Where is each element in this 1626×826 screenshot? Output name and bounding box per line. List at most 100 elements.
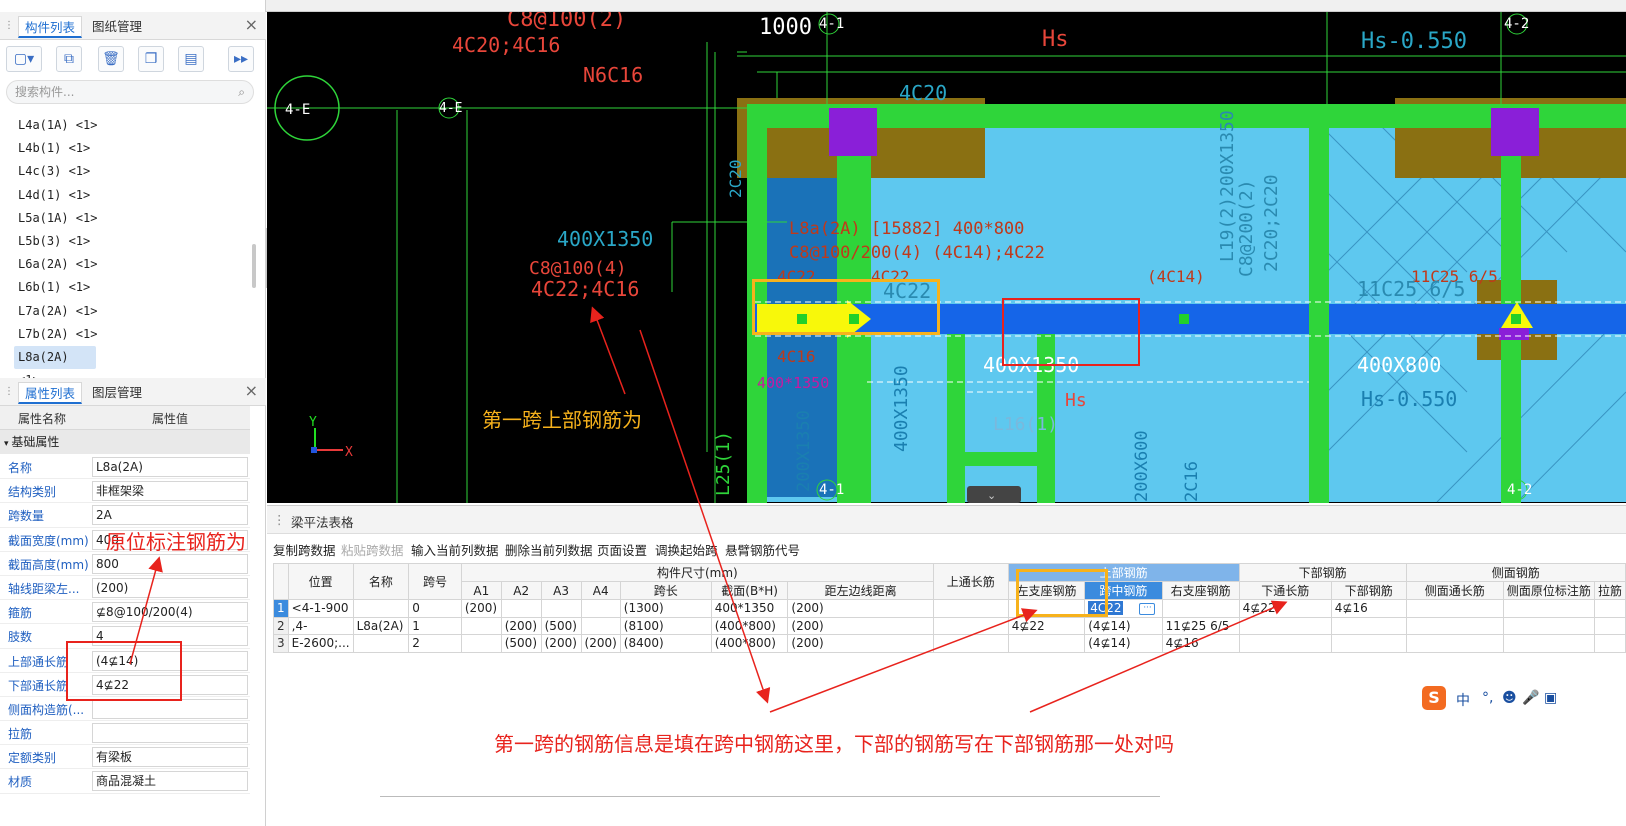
list-item[interactable]: L5b(3) <1>	[0, 230, 250, 253]
microphone-icon[interactable]: 🎤	[1522, 690, 1539, 706]
table-cell[interactable]	[1593, 634, 1626, 653]
table-cell[interactable]	[580, 599, 621, 618]
table-cell[interactable]: 2	[408, 634, 462, 653]
property-value-input[interactable]: 商品混凝土	[92, 771, 248, 792]
table-cell[interactable]: (400*800)	[710, 616, 789, 635]
ime-settings-icon[interactable]: ▣	[1544, 690, 1557, 706]
table-cell[interactable]	[932, 634, 1009, 653]
table-cell[interactable]	[1330, 616, 1407, 635]
table-cell[interactable]: 11⊈25 6/5	[1161, 616, 1240, 635]
list-item[interactable]: L4c(3) <1>	[0, 160, 250, 183]
table-cell[interactable]: (200)	[540, 634, 582, 653]
table-cell[interactable]	[1502, 616, 1595, 635]
table-cell[interactable]	[1593, 599, 1626, 618]
swap-start-span-button[interactable]: 调换起始跨	[655, 540, 718, 559]
table-cell[interactable]: 1	[408, 616, 462, 635]
property-value-input[interactable]: ⊈8@100/200(4)	[92, 602, 248, 623]
search-input[interactable]: 搜索构件... ⌕	[6, 80, 254, 104]
close-icon[interactable]: ×	[245, 381, 258, 400]
property-value-input[interactable]: 有梁板	[92, 747, 248, 768]
table-cell[interactable]	[1330, 634, 1407, 653]
table-cell[interactable]: 400*1350	[710, 599, 789, 618]
table-cell[interactable]: (4⊈14)	[1084, 634, 1163, 653]
table-cell[interactable]	[1502, 634, 1595, 653]
property-value-input[interactable]: L8a(2A)	[92, 457, 248, 477]
property-value-input[interactable]: 非框架梁	[92, 481, 248, 502]
property-value-input[interactable]: (200)	[92, 577, 248, 598]
tab-drawing-manage[interactable]: 图纸管理	[86, 16, 148, 38]
row-number[interactable]: 2	[273, 616, 289, 635]
row-number[interactable]: 1	[273, 599, 289, 618]
table-cell[interactable]: (8400)	[619, 634, 712, 653]
table-cell[interactable]	[352, 599, 410, 618]
page-setup-button[interactable]: 页面设置	[597, 540, 647, 559]
table-cell[interactable]: 4⊈22	[1238, 599, 1332, 618]
table-cell[interactable]	[1405, 599, 1504, 618]
list-item[interactable]: L4b(1) <1>	[0, 137, 250, 160]
table-cell[interactable]	[1405, 616, 1504, 635]
table-cell[interactable]: 4⊈22	[1007, 616, 1086, 635]
ime-logo-icon[interactable]: S	[1422, 686, 1446, 710]
table-cell[interactable]	[1593, 616, 1626, 635]
table-cell[interactable]: (200)	[787, 599, 934, 618]
list-scrollbar[interactable]	[252, 244, 256, 288]
table-cell[interactable]	[932, 616, 1009, 635]
input-column-button[interactable]: 输入当前列数据	[411, 540, 499, 559]
tab-component-list[interactable]: 构件列表	[18, 16, 83, 38]
emoji-icon[interactable]: ☻	[1502, 690, 1517, 706]
copy-icon[interactable]: ⧉	[56, 46, 82, 72]
chevron-down-icon[interactable]: ⌄	[987, 489, 996, 502]
property-value-input[interactable]: 800	[92, 553, 248, 574]
drag-grip-icon[interactable]: ⋮	[273, 512, 286, 527]
ellipsis-button-icon[interactable]: ···	[1139, 602, 1156, 615]
table-cell[interactable]: (4⊈14)	[1084, 616, 1163, 635]
table-cell[interactable]	[1007, 634, 1086, 653]
table-cell[interactable]	[352, 634, 410, 653]
ime-punct-toggle[interactable]: °,	[1482, 690, 1493, 706]
table-cell[interactable]: (500)	[540, 616, 582, 635]
copy-span-button[interactable]: 复制跨数据	[273, 540, 336, 559]
new-component-icon[interactable]: ▢▾	[6, 46, 42, 72]
table-cell[interactable]	[460, 616, 502, 635]
list-item[interactable]: L6a(2A) <1>	[0, 253, 250, 276]
layer-copy-icon[interactable]: ▤	[178, 46, 204, 72]
property-value-input[interactable]	[92, 723, 248, 744]
table-cell[interactable]: (200)	[580, 634, 621, 653]
table-cell[interactable]: (1300)	[619, 599, 712, 618]
table-cell[interactable]	[1161, 599, 1240, 618]
table-cell[interactable]: (500)	[500, 634, 542, 653]
table-cell[interactable]	[1502, 599, 1595, 618]
table-cell[interactable]: 4⊈16	[1330, 599, 1407, 618]
table-cell[interactable]	[1238, 616, 1332, 635]
property-value-input[interactable]	[92, 698, 248, 719]
search-icon[interactable]: ⌕	[238, 81, 245, 103]
table-cell[interactable]: ,4-	[287, 616, 354, 635]
more-icon[interactable]: ▸▸	[228, 46, 254, 72]
group-basic-props[interactable]: ▾ 基础属性	[0, 430, 250, 454]
table-cell[interactable]	[460, 634, 502, 653]
table-cell[interactable]: (8100)	[619, 616, 712, 635]
row-number[interactable]: 3	[273, 634, 289, 653]
table-cell[interactable]	[932, 599, 1009, 618]
table-cell[interactable]: (200)	[460, 599, 502, 618]
tab-property-list[interactable]: 属性列表	[18, 382, 83, 404]
property-value-input[interactable]: 2A	[92, 505, 248, 526]
table-cell[interactable]	[580, 616, 621, 635]
cad-canvas[interactable]: C8@100(2) 4C20;4C16 1000 4-1 Hs Hs-0.550…	[267, 12, 1626, 503]
delete-icon[interactable]: 🗑	[98, 46, 124, 72]
list-item[interactable]: L7a(2A) <1>	[0, 300, 250, 323]
table-cell[interactable]: (200)	[500, 616, 542, 635]
table-cell[interactable]	[500, 599, 542, 618]
list-item[interactable]: L4a(1A) <1>	[0, 114, 250, 137]
list-item[interactable]: L7b(2A) <1>	[0, 323, 250, 346]
duplicate-icon[interactable]: ❐	[138, 46, 164, 72]
table-cell[interactable]	[1405, 634, 1504, 653]
table-cell[interactable]: <4-1-900	[287, 599, 354, 618]
ime-lang-toggle[interactable]: 中	[1456, 690, 1470, 710]
selected-beam-span2[interactable]	[1329, 304, 1626, 334]
list-item[interactable]: L4d(1) <1>	[0, 184, 250, 207]
table-cell[interactable]: (200)	[787, 616, 934, 635]
table-cell[interactable]: 4⊈16	[1161, 634, 1240, 653]
list-item-selected[interactable]: L8a(2A) <1>	[14, 345, 96, 387]
drag-grip-icon[interactable]: ⋮	[4, 386, 14, 398]
